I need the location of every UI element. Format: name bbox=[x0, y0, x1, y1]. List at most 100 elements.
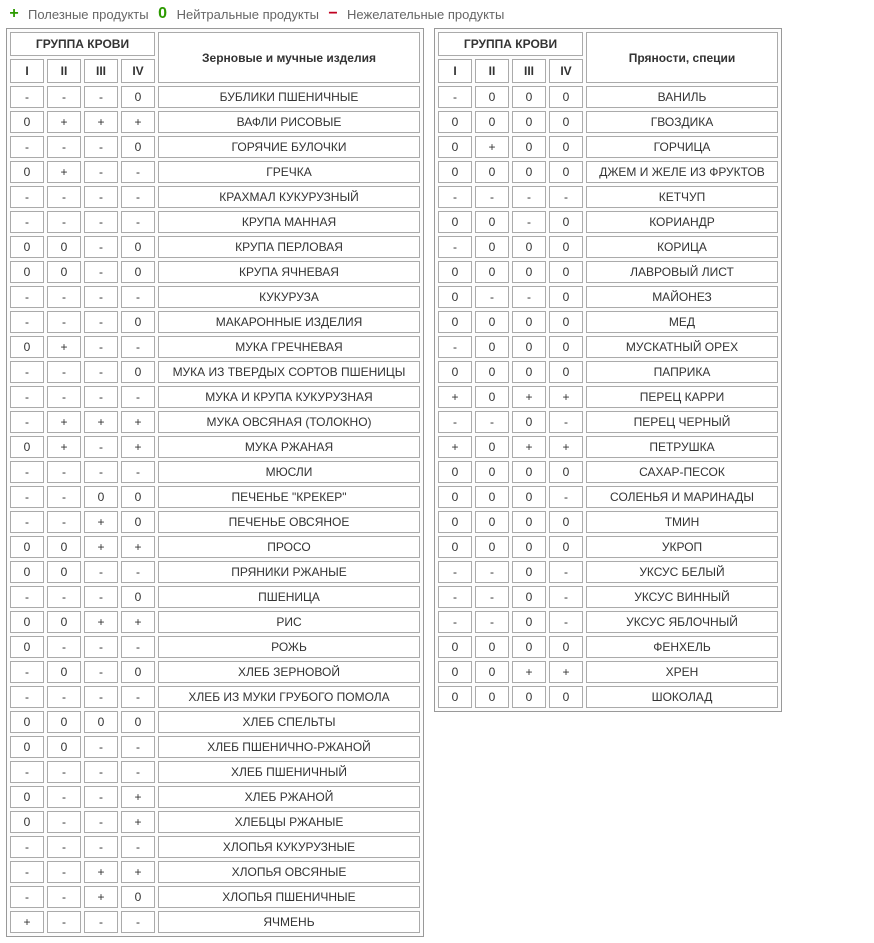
value-cell: - bbox=[549, 486, 583, 508]
value-cell: - bbox=[121, 186, 155, 208]
product-name: БУБЛИКИ ПШЕНИЧНЫЕ bbox=[158, 86, 420, 108]
value-cell: - bbox=[47, 786, 81, 808]
table-row: 00--ПРЯНИКИ РЖАНЫЕ bbox=[10, 561, 420, 583]
product-name: КРУПА ЯЧНЕВАЯ bbox=[158, 261, 420, 283]
value-cell: 0 bbox=[438, 211, 472, 233]
value-cell: - bbox=[438, 336, 472, 358]
value-cell: - bbox=[47, 886, 81, 908]
value-cell: 0 bbox=[549, 636, 583, 658]
value-cell: 0 bbox=[438, 636, 472, 658]
value-cell: 0 bbox=[121, 361, 155, 383]
table-row: 00-0КОРИАНДР bbox=[438, 211, 778, 233]
value-cell: + bbox=[47, 336, 81, 358]
value-cell: - bbox=[121, 211, 155, 233]
table-row: 0000ПАПРИКА bbox=[438, 361, 778, 383]
table-row: 00++ХРЕН bbox=[438, 661, 778, 683]
product-name: МАЙОНЕЗ bbox=[586, 286, 778, 308]
product-name: ХЛОПЬЯ ОВСЯНЫЕ bbox=[158, 861, 420, 883]
value-cell: - bbox=[512, 211, 546, 233]
value-cell: 0 bbox=[10, 611, 44, 633]
category-header-grains: Зерновые и мучные изделия bbox=[158, 32, 420, 83]
value-cell: 0 bbox=[10, 811, 44, 833]
product-name: ПРЯНИКИ РЖАНЫЕ bbox=[158, 561, 420, 583]
value-cell: + bbox=[84, 111, 118, 133]
col-header-II: II bbox=[47, 59, 81, 83]
table-spices: ГРУППА КРОВИ Пряности, специи I II III I… bbox=[434, 28, 782, 712]
value-cell: 0 bbox=[475, 211, 509, 233]
value-cell: + bbox=[47, 111, 81, 133]
value-cell: + bbox=[84, 611, 118, 633]
value-cell: 0 bbox=[10, 111, 44, 133]
product-name: ПАПРИКА bbox=[586, 361, 778, 383]
value-cell: 0 bbox=[475, 461, 509, 483]
value-cell: - bbox=[121, 336, 155, 358]
value-cell: - bbox=[10, 661, 44, 683]
value-cell: - bbox=[10, 586, 44, 608]
table-row: --+0ХЛОПЬЯ ПШЕНИЧНЫЕ bbox=[10, 886, 420, 908]
table-row: ----МЮСЛИ bbox=[10, 461, 420, 483]
value-cell: - bbox=[475, 411, 509, 433]
value-cell: 0 bbox=[475, 236, 509, 258]
table-row: ----КРАХМАЛ КУКУРУЗНЫЙ bbox=[10, 186, 420, 208]
product-name: ХЛЕБ СПЕЛЬТЫ bbox=[158, 711, 420, 733]
value-cell: 0 bbox=[10, 711, 44, 733]
table-grains-body: ---0БУБЛИКИ ПШЕНИЧНЫЕ0+++ВАФЛИ РИСОВЫЕ--… bbox=[10, 86, 420, 933]
table-row: ----ХЛОПЬЯ КУКУРУЗНЫЕ bbox=[10, 836, 420, 858]
value-cell: 0 bbox=[47, 711, 81, 733]
value-cell: 0 bbox=[475, 436, 509, 458]
value-cell: - bbox=[121, 461, 155, 483]
value-cell: 0 bbox=[549, 236, 583, 258]
value-cell: - bbox=[121, 286, 155, 308]
product-name: ХЛЕБ ПШЕНИЧНО-РЖАНОЙ bbox=[158, 736, 420, 758]
value-cell: - bbox=[84, 311, 118, 333]
value-cell: 0 bbox=[475, 161, 509, 183]
value-cell: - bbox=[438, 236, 472, 258]
value-cell: - bbox=[47, 386, 81, 408]
value-cell: 0 bbox=[438, 661, 472, 683]
table-row: --0-УКСУС ВИННЫЙ bbox=[438, 586, 778, 608]
col-header-IV: IV bbox=[549, 59, 583, 83]
value-cell: - bbox=[475, 186, 509, 208]
table-row: 0000УКРОП bbox=[438, 536, 778, 558]
product-name: ЯЧМЕНЬ bbox=[158, 911, 420, 933]
value-cell: - bbox=[84, 336, 118, 358]
value-cell: - bbox=[84, 561, 118, 583]
value-cell: - bbox=[84, 686, 118, 708]
value-cell: - bbox=[84, 161, 118, 183]
value-cell: - bbox=[84, 736, 118, 758]
value-cell: + bbox=[512, 436, 546, 458]
value-cell: - bbox=[10, 461, 44, 483]
product-name: КЕТЧУП bbox=[586, 186, 778, 208]
value-cell: - bbox=[84, 236, 118, 258]
table-row: 0+--ГРЕЧКА bbox=[10, 161, 420, 183]
value-cell: - bbox=[438, 411, 472, 433]
product-name: ХЛЕБ ЗЕРНОВОЙ bbox=[158, 661, 420, 683]
product-name: РОЖЬ bbox=[158, 636, 420, 658]
value-cell: - bbox=[47, 486, 81, 508]
value-cell: - bbox=[10, 411, 44, 433]
zero-icon: 0 bbox=[155, 6, 171, 22]
value-cell: - bbox=[47, 636, 81, 658]
value-cell: - bbox=[121, 911, 155, 933]
value-cell: 0 bbox=[10, 561, 44, 583]
product-name: МУКА И КРУПА КУКУРУЗНАЯ bbox=[158, 386, 420, 408]
value-cell: 0 bbox=[549, 361, 583, 383]
value-cell: - bbox=[47, 861, 81, 883]
value-cell: 0 bbox=[475, 636, 509, 658]
product-name: МАКАРОННЫЕ ИЗДЕЛИЯ bbox=[158, 311, 420, 333]
value-cell: - bbox=[47, 86, 81, 108]
value-cell: 0 bbox=[512, 311, 546, 333]
product-name: УКРОП bbox=[586, 536, 778, 558]
value-cell: 0 bbox=[438, 461, 472, 483]
value-cell: - bbox=[475, 611, 509, 633]
value-cell: 0 bbox=[10, 161, 44, 183]
value-cell: - bbox=[10, 836, 44, 858]
product-name: ПЕЧЕНЬЕ "КРЕКЕР" bbox=[158, 486, 420, 508]
value-cell: 0 bbox=[549, 461, 583, 483]
product-name: КРАХМАЛ КУКУРУЗНЫЙ bbox=[158, 186, 420, 208]
product-name: ВАНИЛЬ bbox=[586, 86, 778, 108]
value-cell: + bbox=[47, 436, 81, 458]
value-cell: + bbox=[47, 411, 81, 433]
value-cell: 0 bbox=[438, 136, 472, 158]
value-cell: + bbox=[10, 911, 44, 933]
